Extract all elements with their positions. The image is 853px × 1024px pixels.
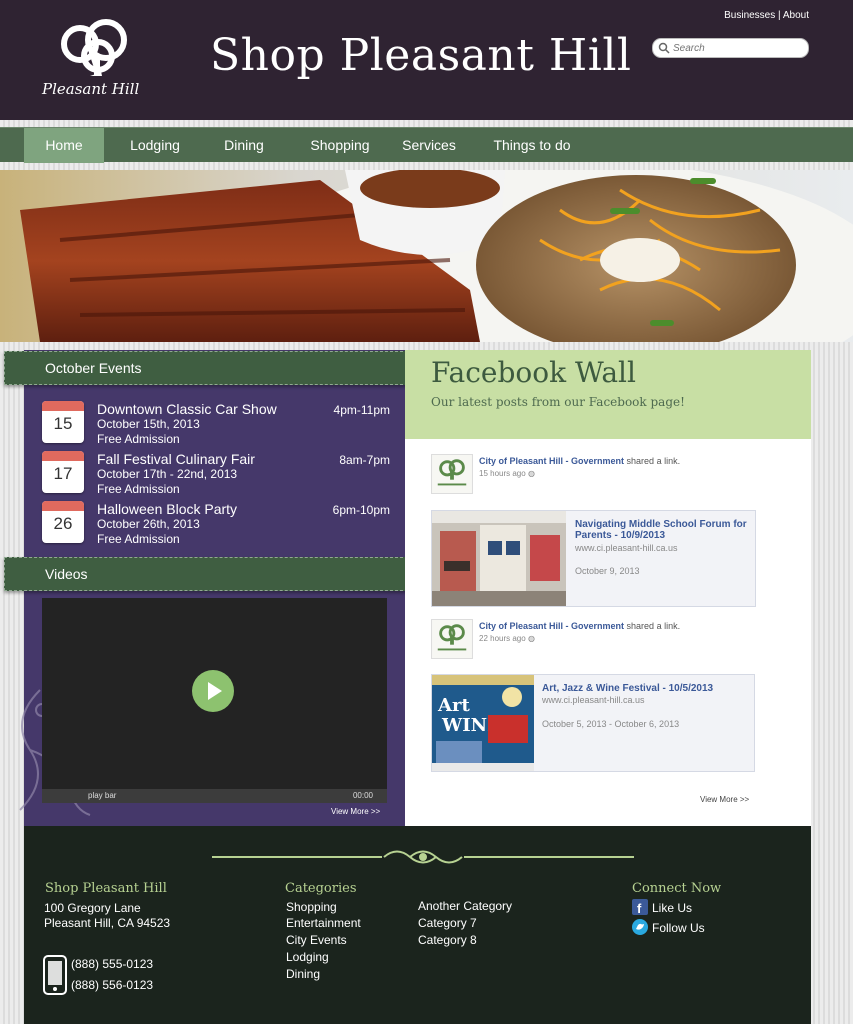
facebook-icon[interactable]: f xyxy=(632,899,648,915)
footer-address-line2: Pleasant Hill, CA 94523 xyxy=(44,916,171,930)
footer-phone-1[interactable]: (888) 555-0123 xyxy=(71,957,153,971)
event-item[interactable]: 15 Downtown Classic Car Show October 15t… xyxy=(42,401,392,447)
events-heading: October Events xyxy=(4,351,408,385)
event-date: October 17th - 22nd, 2013 xyxy=(97,467,238,481)
event-day: 15 xyxy=(53,414,73,433)
site-header: Pleasant Hill Shop Pleasant Hill Busines… xyxy=(0,0,853,120)
footer-category-link[interactable]: City Events xyxy=(286,933,347,947)
twitter-follow-link[interactable]: Follow Us xyxy=(652,921,705,935)
event-time: 6pm-10pm xyxy=(332,503,390,517)
event-title[interactable]: Fall Festival Culinary Fair xyxy=(97,451,255,467)
play-icon[interactable] xyxy=(192,670,234,712)
wine-festival-thumbnail: Art WINE xyxy=(432,675,534,771)
link-title[interactable]: Art, Jazz & Wine Festival - 10/5/2013 xyxy=(542,683,752,694)
event-admission: Free Admission xyxy=(97,532,180,546)
facebook-view-more-link[interactable]: View More >> xyxy=(700,795,749,804)
globe-icon: ◍ xyxy=(527,634,535,643)
play-bar-label: play bar xyxy=(88,791,117,800)
video-player[interactable]: play bar 00:00 xyxy=(42,598,387,803)
footer-divider-ornament-icon xyxy=(212,850,634,864)
event-date: October 26th, 2013 xyxy=(97,517,200,531)
calendar-icon: 15 xyxy=(42,401,84,443)
link-card[interactable]: Navigating Middle School Forum for Paren… xyxy=(431,510,756,607)
facebook-like-link[interactable]: Like Us xyxy=(652,901,692,915)
nav-item-shopping[interactable]: Shopping xyxy=(300,128,380,163)
facebook-subtitle: Our latest posts from our Facebook page! xyxy=(431,395,685,409)
site-title: Shop Pleasant Hill xyxy=(210,30,632,81)
search-icon[interactable] xyxy=(658,42,670,54)
link-url: www.ci.pleasant-hill.ca.us xyxy=(542,695,645,705)
nav-item-dining[interactable]: Dining xyxy=(210,128,278,163)
school-forum-thumbnail xyxy=(432,511,566,606)
event-admission: Free Admission xyxy=(97,482,180,496)
facebook-panel: Facebook Wall Our latest posts from our … xyxy=(405,350,811,826)
svg-text:Art: Art xyxy=(437,695,470,716)
link-url: www.ci.pleasant-hill.ca.us xyxy=(575,543,678,553)
post-time: 22 hours ago ◍ xyxy=(479,634,535,643)
link-date: October 5, 2013 - October 6, 2013 xyxy=(542,719,680,729)
footer-category-link[interactable]: Another Category xyxy=(418,899,512,913)
event-date: October 15th, 2013 xyxy=(97,417,200,431)
videos-view-more-link[interactable]: View More >> xyxy=(331,807,380,816)
pleasant-hill-avatar-icon[interactable] xyxy=(431,619,473,659)
post-action: shared a link. xyxy=(626,456,681,466)
post-time: 15 hours ago ◍ xyxy=(479,469,535,478)
footer-phone-2[interactable]: (888) 556-0123 xyxy=(71,978,153,992)
event-title[interactable]: Downtown Classic Car Show xyxy=(97,401,277,417)
post-action: shared a link. xyxy=(626,621,681,631)
logo-text: Pleasant Hill xyxy=(42,80,140,98)
post-time-text: 15 hours ago xyxy=(479,469,526,478)
nav-item-lodging[interactable]: Lodging xyxy=(118,128,192,163)
event-time: 4pm-11pm xyxy=(333,403,390,417)
event-time: 8am-7pm xyxy=(339,453,390,467)
event-day: 26 xyxy=(53,514,73,533)
nav-item-things-to-do[interactable]: Things to do xyxy=(484,128,580,163)
footer-address-line1: 100 Gregory Lane xyxy=(44,901,141,915)
about-link[interactable]: About xyxy=(783,10,809,21)
footer-category-link[interactable]: Lodging xyxy=(286,950,329,964)
event-day: 17 xyxy=(53,464,73,483)
phone-icon xyxy=(43,955,67,995)
event-item[interactable]: 17 Fall Festival Culinary Fair October 1… xyxy=(42,451,392,497)
nav-item-services[interactable]: Services xyxy=(396,128,462,163)
calendar-icon: 26 xyxy=(42,501,84,543)
search-input[interactable] xyxy=(673,41,803,56)
post-author: City of Pleasant Hill - Government share… xyxy=(479,621,680,631)
pleasant-hill-avatar-icon[interactable] xyxy=(431,454,473,494)
footer-category-link[interactable]: Entertainment xyxy=(286,916,361,930)
event-title[interactable]: Halloween Block Party xyxy=(97,501,237,517)
link-date: October 9, 2013 xyxy=(575,566,640,576)
post-author-link[interactable]: City of Pleasant Hill - Government xyxy=(479,456,624,466)
link-title[interactable]: Navigating Middle School Forum for Paren… xyxy=(575,519,750,541)
footer-category-link[interactable]: Shopping xyxy=(286,900,337,914)
footer-categories-heading: Categories xyxy=(285,881,357,896)
hero-food-image xyxy=(0,170,853,342)
video-play-bar[interactable]: play bar 00:00 xyxy=(42,789,387,803)
main-nav: Home Lodging Dining Shopping Services Th… xyxy=(0,127,853,163)
top-links: Businesses | About xyxy=(724,10,809,21)
globe-icon: ◍ xyxy=(527,469,535,478)
facebook-header: Facebook Wall Our latest posts from our … xyxy=(405,350,811,439)
event-item[interactable]: 26 Halloween Block Party October 26th, 2… xyxy=(42,501,392,547)
link-card[interactable]: Art WINE Art, Jazz & Wine Festival - 10/… xyxy=(431,674,755,772)
video-time: 00:00 xyxy=(352,791,373,800)
footer-category-link[interactable]: Dining xyxy=(286,967,320,981)
facebook-title: Facebook Wall xyxy=(431,356,636,389)
calendar-icon: 17 xyxy=(42,451,84,493)
twitter-icon[interactable] xyxy=(632,919,648,935)
footer-site-heading: Shop Pleasant Hill xyxy=(45,881,167,896)
svg-text:f: f xyxy=(637,901,642,915)
footer-connect-heading: Connect Now xyxy=(632,881,722,896)
businesses-link[interactable]: Businesses xyxy=(724,10,775,21)
post-author-link[interactable]: City of Pleasant Hill - Government xyxy=(479,621,624,631)
search-box[interactable] xyxy=(652,38,809,58)
footer-category-link[interactable]: Category 8 xyxy=(418,933,477,947)
post-author: City of Pleasant Hill - Government share… xyxy=(479,456,680,466)
post-time-text: 22 hours ago xyxy=(479,634,526,643)
event-admission: Free Admission xyxy=(97,432,180,446)
footer-category-link[interactable]: Category 7 xyxy=(418,916,477,930)
videos-heading: Videos xyxy=(4,557,408,591)
site-footer: Shop Pleasant Hill 100 Gregory Lane Plea… xyxy=(24,826,811,1024)
nav-item-home[interactable]: Home xyxy=(24,128,104,163)
